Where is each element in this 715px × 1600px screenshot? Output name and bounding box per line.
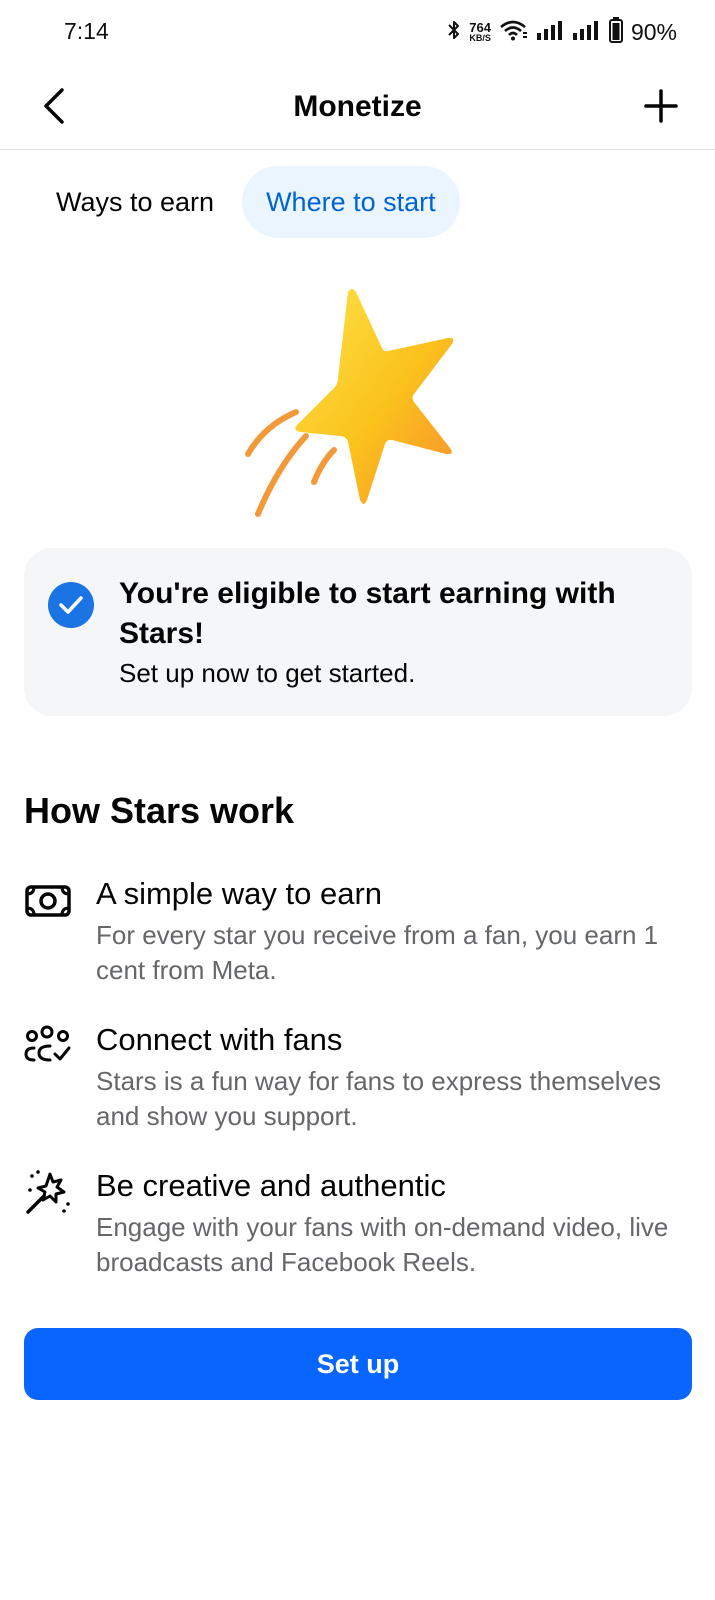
feature-description: For every star you receive from a fan, y… — [96, 920, 659, 985]
top-app-bar: Monetize — [0, 70, 715, 150]
wifi-icon — [499, 19, 529, 46]
shooting-star-icon — [230, 278, 490, 528]
bluetooth-icon — [447, 18, 461, 47]
status-icons: 764 KB/S 90% — [447, 16, 677, 48]
eligibility-subtitle: Set up now to get started. — [119, 658, 416, 688]
checkmark-circle-icon — [48, 582, 94, 628]
setup-button[interactable]: Set up — [24, 1328, 692, 1400]
plus-icon — [644, 88, 678, 128]
money-icon — [24, 876, 72, 924]
people-check-icon — [24, 1022, 72, 1070]
tab-ways-to-earn[interactable]: Ways to earn — [32, 166, 238, 238]
tab-where-to-start[interactable]: Where to start — [242, 166, 460, 238]
network-speed: 764 KB/S — [469, 21, 491, 43]
battery-percent: 90% — [630, 18, 677, 45]
signal-icon — [572, 20, 601, 45]
status-bar: 7:14 764 KB/S 90% — [0, 0, 715, 64]
tab-bar: Ways to earn Where to start — [32, 166, 460, 238]
page-title: Monetize — [293, 90, 422, 123]
eligibility-card: You're eligible to start earning with St… — [24, 548, 692, 716]
eligibility-title: You're eligible to start earning with St… — [119, 577, 616, 650]
feature-title: Connect with fans — [96, 1022, 343, 1057]
signal-icon — [536, 20, 565, 45]
feature-title: Be creative and authentic — [96, 1168, 446, 1203]
feature-title: A simple way to earn — [96, 876, 383, 911]
status-time: 7:14 — [64, 18, 109, 44]
feature-description: Stars is a fun way for fans to express t… — [96, 1066, 662, 1131]
feature-description: Engage with your fans with on-demand vid… — [96, 1212, 669, 1277]
network-speed-unit: KB/S — [469, 33, 491, 43]
magic-wand-icon — [24, 1168, 72, 1216]
add-button[interactable] — [637, 84, 685, 132]
battery-icon — [608, 16, 623, 48]
section-title: How Stars work — [24, 790, 295, 831]
